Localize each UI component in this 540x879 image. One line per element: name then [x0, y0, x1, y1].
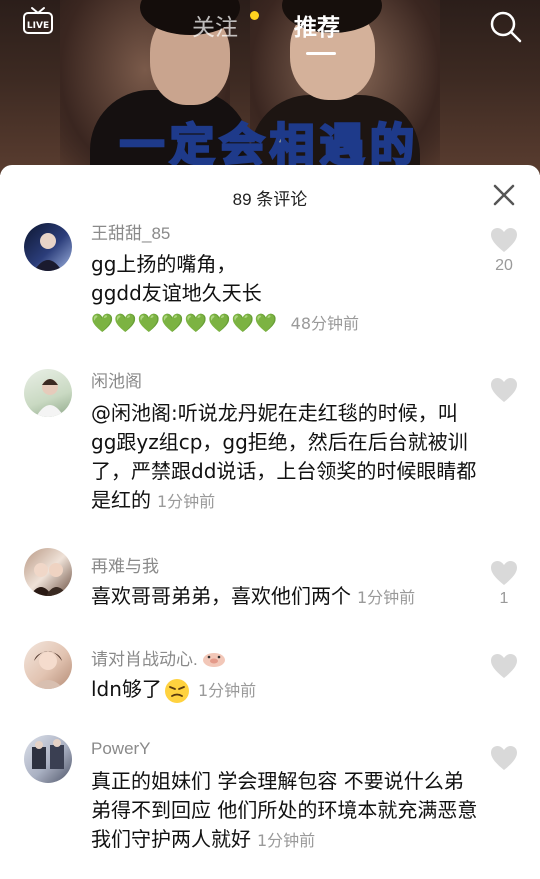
- tab-follow[interactable]: 关注: [192, 8, 238, 42]
- search-icon[interactable]: [489, 10, 523, 44]
- comment-text: 喜欢哥哥弟弟，喜欢他们两个 1分钟前: [91, 582, 481, 612]
- top-tabs: 关注 推荐: [0, 8, 540, 55]
- notification-dot: [250, 11, 259, 20]
- comment-text: gg上扬的嘴角， ggdd友谊地久天长 💚💚💚💚💚💚💚💚 48分钟前: [91, 250, 481, 338]
- avatar[interactable]: [24, 641, 72, 689]
- comment-item: PowerY 真正的姐妹们 学会理解包容 不要说什么弟弟得不到回应 他们所处的环…: [0, 735, 540, 865]
- comments-count-title: 89 条评论: [232, 190, 308, 209]
- close-icon[interactable]: [492, 183, 516, 207]
- avatar[interactable]: [24, 223, 72, 271]
- comment-text: 真正的姐妹们 学会理解包容 不要说什么弟弟得不到回应 他们所处的环境本就充满恶意…: [91, 767, 481, 855]
- comment-time: 48分钟前: [290, 314, 360, 333]
- avatar[interactable]: [24, 735, 72, 783]
- comments-sheet: 89 条评论 王甜甜_85 gg上扬的嘴角， ggdd友谊地久天长 💚💚💚💚💚💚…: [0, 165, 540, 879]
- comment-text-line: ggdd友谊地久天长: [91, 281, 262, 305]
- comment-username[interactable]: PowerY: [91, 739, 151, 759]
- comment-username-text: 请对肖战动心.: [91, 650, 198, 669]
- comment-username[interactable]: 再难与我: [91, 552, 159, 577]
- green-heart-emojis: 💚💚💚💚💚💚💚💚: [91, 313, 279, 334]
- comment-username[interactable]: 闲池阁: [91, 367, 142, 392]
- comment-item: 请对肖战动心. ldn够了 1分钟前: [0, 641, 540, 721]
- comment-item: 闲池阁 @闲池阁:听说龙丹妮在走红毯的时候，叫gg跟yz组cp，gg拒绝，然后在…: [0, 363, 540, 523]
- comment-username[interactable]: 请对肖战动心.: [91, 645, 226, 672]
- comment-text: ldn够了 1分钟前: [91, 675, 481, 705]
- avatar[interactable]: [24, 369, 72, 417]
- like-count: 1: [499, 590, 509, 607]
- comment-item: 再难与我 喜欢哥哥弟弟，喜欢他们两个 1分钟前 1: [0, 548, 540, 628]
- active-tab-indicator: [306, 52, 336, 55]
- heart-icon[interactable]: [490, 377, 518, 403]
- comment-username[interactable]: 王甜甜_85: [91, 219, 170, 244]
- heart-icon[interactable]: [490, 653, 518, 679]
- comment-emoji-line: 💚💚💚💚💚💚💚💚 48分钟前: [91, 308, 481, 338]
- comment-time: 1分钟前: [157, 492, 216, 511]
- heart-icon[interactable]: [490, 560, 518, 586]
- heart-icon[interactable]: [490, 745, 518, 771]
- comment-time: 1分钟前: [357, 588, 416, 607]
- comment-text-content: @闲池阁:听说龙丹妮在走红毯的时候，叫gg跟yz组cp，gg拒绝，然后在后台就被…: [91, 401, 477, 512]
- comment-time: 1分钟前: [197, 681, 257, 700]
- heart-icon[interactable]: [490, 227, 518, 253]
- comment-text: @闲池阁:听说龙丹妮在走红毯的时候，叫gg跟yz组cp，gg拒绝，然后在后台就被…: [91, 399, 481, 516]
- tab-recommend[interactable]: 推荐: [294, 8, 340, 42]
- comment-item: 王甜甜_85 gg上扬的嘴角， ggdd友谊地久天长 💚💚💚💚💚💚💚💚 48分钟…: [0, 215, 540, 345]
- angry-face-emoji-icon: [164, 678, 190, 704]
- avatar[interactable]: [24, 548, 72, 596]
- comment-text-content: ldn够了: [91, 677, 162, 701]
- like-count: 20: [495, 257, 513, 274]
- pig-face-emoji-icon: [202, 649, 226, 672]
- comment-text-content: 喜欢哥哥弟弟，喜欢他们两个: [91, 584, 351, 608]
- comment-text-line: gg上扬的嘴角，: [91, 252, 237, 276]
- comment-time: 1分钟前: [257, 831, 316, 850]
